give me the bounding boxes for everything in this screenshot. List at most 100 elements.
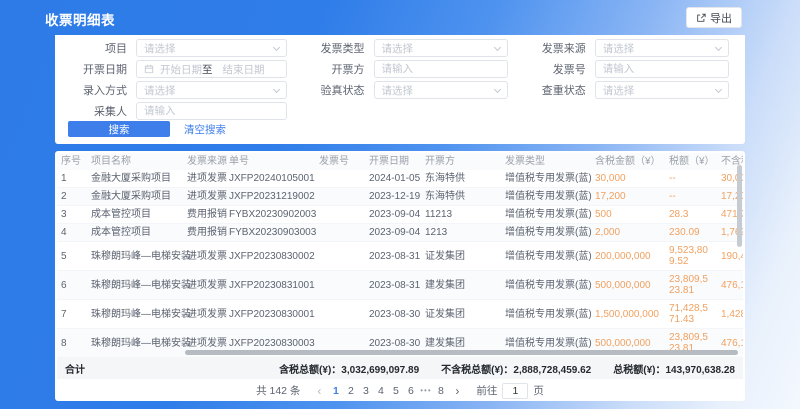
cell-9: -- — [665, 170, 717, 188]
summary-item-value: 2,888,728,459.62 — [513, 365, 591, 376]
cell-7: 增值税专用发票(蓝) — [501, 206, 591, 224]
invoice-number-input-field[interactable] — [603, 63, 721, 75]
table-row[interactable]: 2金融大厦采购项目进项发票JXFP202312190022023-12-19东海… — [57, 188, 743, 206]
filter-field-verify-status: 验真状态请选择 — [309, 81, 508, 99]
summary-item-value: 143,970,638.28 — [665, 365, 735, 376]
filter-field-duplicate-status: 查重状态 请选择 — [530, 81, 729, 99]
cell-6: 1213 — [421, 224, 501, 242]
entry-method-select[interactable]: 请选择 — [136, 81, 287, 99]
project-select[interactable]: 请选择 — [136, 39, 287, 57]
cell-1: 成本管控项目 — [87, 206, 183, 224]
clear-search-link[interactable]: 清空搜索 — [184, 122, 226, 137]
cell-0: 5 — [57, 242, 87, 271]
chevron-down-icon — [272, 85, 279, 92]
table-body: 1金融大厦采购项目进项发票JXFP202401050012024-01-05东海… — [57, 170, 743, 358]
invoice-date-range-picker[interactable]: 开始日期至结束日期 — [136, 60, 287, 78]
cell-3: FYBX20230902003 — [225, 206, 315, 224]
vertical-scrollbar[interactable] — [737, 165, 742, 247]
cell-8: 1,500,000,000 — [591, 300, 665, 329]
collector-input-field[interactable] — [144, 105, 279, 117]
table-row[interactable]: 5珠穆朗玛峰—电梯安装进项发票JXFP202308300022023-08-31… — [57, 242, 743, 271]
pagination-ellipsis[interactable]: ••• — [418, 386, 433, 395]
cell-7: 增值税专用发票(蓝) — [501, 224, 591, 242]
cell-0: 4 — [57, 224, 87, 242]
summary-item-2: 总税额(¥)：143,970,638.28 — [613, 361, 735, 376]
export-button[interactable]: 导出 — [686, 7, 742, 28]
cell-3: JXFP20231219002 — [225, 188, 315, 206]
filter-label-project: 项目 — [71, 40, 127, 56]
table-row[interactable]: 4成本管控项目费用报销FYBX202309030032023-09-041213… — [57, 224, 743, 242]
table-row[interactable]: 6珠穆朗玛峰—电梯安装进项发票JXFP202308310012023-08-31… — [57, 271, 743, 300]
filter-label-duplicate-status: 查重状态 — [530, 82, 586, 98]
cell-2: 进项发票 — [183, 188, 225, 206]
cell-9: 28.3 — [665, 206, 717, 224]
next-page-button[interactable]: › — [450, 385, 464, 397]
column-header-7: 发票类型 — [501, 153, 591, 170]
column-header-2: 发票来源 — [183, 153, 225, 170]
summary-bar: 合计 含税总额(¥)：3,032,699,097.89不含税总额(¥)：2,88… — [57, 357, 743, 379]
cell-4 — [315, 224, 365, 242]
prev-page-button[interactable]: ‹ — [312, 385, 326, 397]
verify-status-select[interactable]: 请选择 — [374, 81, 508, 99]
filter-label-verify-status: 验真状态 — [309, 82, 365, 98]
cell-4 — [315, 188, 365, 206]
search-button[interactable]: 搜索 — [68, 121, 170, 137]
cell-2: 进项发票 — [183, 242, 225, 271]
topbar: 收票明细表 导出 — [0, 0, 800, 35]
chevron-down-icon — [715, 43, 722, 50]
column-header-9: 税额（¥） — [665, 153, 717, 170]
export-icon — [696, 13, 706, 23]
cell-2: 费用报销 — [183, 224, 225, 242]
cell-2: 费用报销 — [183, 206, 225, 224]
invoice-detail-page: 收票明细表 导出 项目请选择发票类型请选择发票来源请选择开票日期开始日期至结束日… — [0, 0, 800, 409]
invoice-type-select[interactable]: 请选择 — [374, 39, 508, 57]
table-row[interactable]: 1金融大厦采购项目进项发票JXFP202401050012024-01-05东海… — [57, 170, 743, 188]
filter-grid: 项目请选择发票类型请选择发票来源请选择开票日期开始日期至结束日期开票方发票号录入… — [71, 39, 729, 120]
page-button-5[interactable]: 5 — [388, 385, 403, 397]
chevron-down-icon — [494, 43, 501, 50]
filter-label-invoice-number: 发票号 — [530, 61, 586, 77]
cell-4 — [315, 242, 365, 271]
cell-6: 东海特供 — [421, 170, 501, 188]
cell-10: 1,428,571,428.57 — [717, 300, 743, 329]
issuer-input-field[interactable] — [382, 63, 500, 75]
page-button-1[interactable]: 1 — [328, 385, 343, 397]
table-card: 序号项目名称发票来源单号发票号开票日期开票方发票类型含税金额（¥）税额（¥）不含… — [55, 151, 745, 401]
duplicate-status-select[interactable]: 请选择 — [595, 81, 729, 99]
jump-to-page: 前往 页 — [476, 383, 544, 399]
cell-5: 2023-08-31 — [365, 271, 421, 300]
cell-7: 增值税专用发票(蓝) — [501, 242, 591, 271]
page-button-6[interactable]: 6 — [403, 385, 418, 397]
collector-input[interactable] — [136, 102, 287, 120]
page-button-3[interactable]: 3 — [358, 385, 373, 397]
invoice-number-input[interactable] — [595, 60, 729, 78]
page-button-4[interactable]: 4 — [373, 385, 388, 397]
filter-field-invoice-source: 发票来源请选择 — [530, 39, 729, 57]
cell-0: 8 — [57, 329, 87, 358]
cell-2: 进项发票 — [183, 300, 225, 329]
table-row[interactable]: 7珠穆朗玛峰—电梯安装进项发票JXFP202308300012023-08-30… — [57, 300, 743, 329]
page-title: 收票明细表 — [45, 9, 115, 29]
cell-1: 珠穆朗玛峰—电梯安装 — [87, 329, 183, 358]
horizontal-scrollbar[interactable] — [185, 350, 738, 355]
cell-4 — [315, 170, 365, 188]
cell-3: JXFP20230830002 — [225, 242, 315, 271]
page-button-8[interactable]: 8 — [433, 385, 448, 397]
cell-5: 2023-09-04 — [365, 206, 421, 224]
cell-1: 金融大厦采购项目 — [87, 188, 183, 206]
cell-2: 进项发票 — [183, 271, 225, 300]
pagination-pages: 123456•••8 — [328, 385, 448, 397]
issuer-input[interactable] — [374, 60, 508, 78]
select-placeholder: 请选择 — [382, 41, 495, 56]
invoice-table: 序号项目名称发票来源单号发票号开票日期开票方发票类型含税金额（¥）税额（¥）不含… — [57, 153, 743, 358]
page-button-2[interactable]: 2 — [343, 385, 358, 397]
date-separator: 至 — [202, 62, 213, 77]
chevron-down-icon — [494, 85, 501, 92]
column-header-3: 单号 — [225, 153, 315, 170]
filter-label-collector: 采集人 — [71, 103, 127, 119]
select-placeholder: 请选择 — [603, 83, 716, 98]
invoice-source-select[interactable]: 请选择 — [595, 39, 729, 57]
table-row[interactable]: 3成本管控项目费用报销FYBX202309020032023-09-041121… — [57, 206, 743, 224]
end-date-placeholder: 结束日期 — [223, 62, 265, 77]
jump-page-input[interactable] — [502, 383, 528, 399]
